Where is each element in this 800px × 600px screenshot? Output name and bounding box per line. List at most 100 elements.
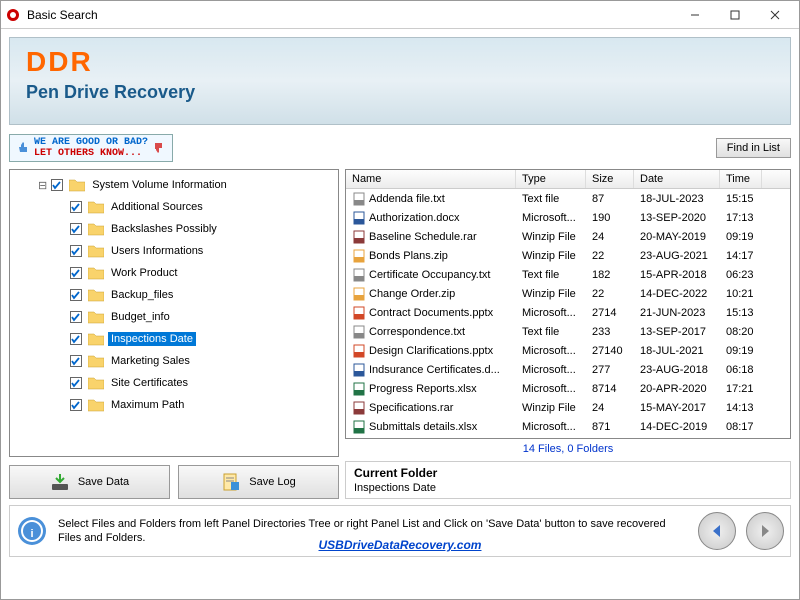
file-list[interactable]: Name Type Size Date Time Addenda file.tx… [345,169,791,439]
tree-item-label: Work Product [108,266,180,280]
save-log-button[interactable]: Save Log [178,465,339,499]
file-name: Submittals details.xlsx [369,421,477,433]
tree-item[interactable]: Inspections Date [66,328,334,350]
banner: DDR Pen Drive Recovery [9,37,791,125]
left-panel: ⊟System Volume InformationAdditional Sou… [9,169,339,499]
col-type[interactable]: Type [516,170,586,188]
file-row[interactable]: Submittals details.xlsx Microsoft...87114… [346,417,790,436]
file-row[interactable]: Indsurance Certificates.d...Microsoft...… [346,360,790,379]
file-size: 8714 [586,382,634,396]
file-row[interactable]: Change Order.zipWinzip File2214-DEC-2022… [346,284,790,303]
tree-item-label: Backslashes Possibly [108,222,220,236]
file-size: 24 [586,401,634,415]
file-size: 233 [586,325,634,339]
file-date: 15-APR-2018 [634,268,720,282]
tree-item-label: Maximum Path [108,398,187,412]
file-time: 10:21 [720,287,762,301]
file-row[interactable]: Baseline Schedule.rarWinzip File2420-MAY… [346,227,790,246]
file-list-header: Name Type Size Date Time [346,170,790,189]
file-name: Bonds Plans.zip [369,250,448,262]
file-name: Correspondence.txt [369,326,465,338]
tree-root[interactable]: ⊟System Volume Information [34,174,334,196]
current-folder-value: Inspections Date [354,482,782,494]
file-row[interactable]: Specifications.rarWinzip File2415-MAY-20… [346,398,790,417]
svg-text:i: i [30,528,33,540]
file-row[interactable]: Authorization.docxMicrosoft...19013-SEP-… [346,208,790,227]
save-log-icon [221,472,241,492]
info-icon: i [16,515,48,547]
tree-item[interactable]: Work Product [66,262,334,284]
file-type: Microsoft... [516,363,586,377]
file-date: 14-DEC-2019 [634,420,720,434]
tree-item[interactable]: Maximum Path [66,394,334,416]
tree-item[interactable]: Budget_info [66,306,334,328]
file-name: Progress Reports.xlsx [369,383,477,395]
save-data-button[interactable]: Save Data [9,465,170,499]
nav-back-button[interactable] [698,512,736,550]
current-folder-heading: Current Folder [354,466,782,480]
product-name: Pen Drive Recovery [26,82,774,103]
file-size: 22 [586,287,634,301]
file-date: 21-JUN-2023 [634,306,720,320]
file-time: 08:20 [720,325,762,339]
file-name: Certificate Occupancy.txt [369,269,490,281]
file-row[interactable]: Addenda file.txtText file8718-JUL-202315… [346,189,790,208]
file-date: 20-MAY-2019 [634,230,720,244]
file-time: 15:15 [720,192,762,206]
thumbs-down-icon [152,141,166,155]
file-name: Addenda file.txt [369,193,445,205]
file-time: 17:13 [720,211,762,225]
tree-item[interactable]: Backup_files [66,284,334,306]
footer-url[interactable]: USBDriveDataRecovery.com [319,538,482,552]
file-size: 871 [586,420,634,434]
find-in-list-button[interactable]: Find in List [716,138,791,158]
file-time: 17:21 [720,382,762,396]
col-date[interactable]: Date [634,170,720,188]
file-type: Winzip File [516,287,586,301]
file-row[interactable]: Certificate Occupancy.txtText file18215-… [346,265,790,284]
file-name: Design Clarifications.pptx [369,345,493,357]
col-time[interactable]: Time [720,170,762,188]
file-type: Microsoft... [516,306,586,320]
logo-text: DDR [26,46,774,78]
tree-item[interactable]: Site Certificates [66,372,334,394]
file-row[interactable]: Correspondence.txtText file23313-SEP-201… [346,322,790,341]
file-row[interactable]: Design Clarifications.pptxMicrosoft...27… [346,341,790,360]
tree-item[interactable]: Marketing Sales [66,350,334,372]
file-time: 08:17 [720,420,762,434]
file-name: Authorization.docx [369,212,460,224]
right-panel: Name Type Size Date Time Addenda file.tx… [345,169,791,499]
tree-item[interactable]: Users Informations [66,240,334,262]
feedback-badge[interactable]: WE ARE GOOD OR BAD? LET OTHERS KNOW... [9,134,173,162]
file-type: Winzip File [516,230,586,244]
file-date: 15-MAY-2017 [634,401,720,415]
file-date: 20-APR-2020 [634,382,720,396]
tree-view[interactable]: ⊟System Volume InformationAdditional Sou… [9,169,339,457]
file-row[interactable]: Progress Reports.xlsxMicrosoft...871420-… [346,379,790,398]
tree-item[interactable]: Additional Sources [66,196,334,218]
file-time: 10:22 [720,439,762,440]
nav-forward-button[interactable] [746,512,784,550]
col-size[interactable]: Size [586,170,634,188]
file-name: Change Order.zip [369,288,455,300]
footer: i Select Files and Folders from left Pan… [9,505,791,557]
maximize-button[interactable] [715,2,755,28]
file-name: Contract Documents.pptx [369,307,493,319]
status-text: 14 Files, 0 Folders [345,439,791,459]
file-size: 277 [586,363,634,377]
file-row[interactable]: Substantial Punch.pptxMicrosoft...27121-… [346,436,790,439]
file-row[interactable]: Contract Documents.pptxMicrosoft...27142… [346,303,790,322]
file-type: Microsoft... [516,344,586,358]
tree-item-label: Budget_info [108,310,173,324]
file-row[interactable]: Bonds Plans.zipWinzip File2223-AUG-20211… [346,246,790,265]
col-name[interactable]: Name [346,170,516,188]
file-date: 13-SEP-2017 [634,325,720,339]
titlebar: Basic Search [1,1,799,29]
close-button[interactable] [755,2,795,28]
minimize-button[interactable] [675,2,715,28]
file-date: 21-JUN-2022 [634,439,720,440]
file-type: Microsoft... [516,420,586,434]
file-size: 87 [586,192,634,206]
tree-item[interactable]: Backslashes Possibly [66,218,334,240]
tree-item-label: Users Informations [108,244,206,258]
